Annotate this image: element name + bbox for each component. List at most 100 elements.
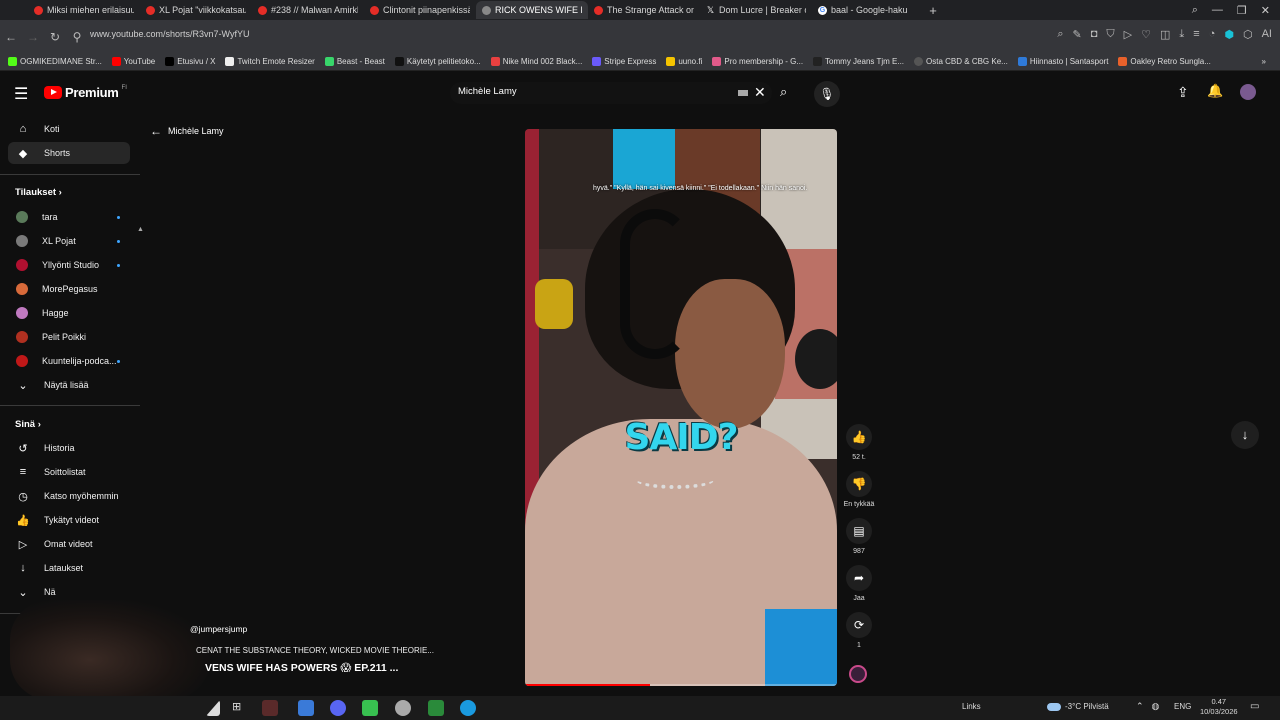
youtube-premium-logo[interactable]: Premium FI bbox=[44, 85, 127, 100]
avatar[interactable] bbox=[1240, 84, 1256, 100]
browser-tab[interactable]: Clintonit piinapenkissä | H bbox=[364, 1, 476, 19]
share-icon[interactable]: ➦ bbox=[846, 565, 872, 591]
notification-icon[interactable]: ▭ bbox=[1250, 701, 1259, 712]
menu-lines-icon[interactable]: ≡ bbox=[1193, 28, 1199, 41]
bookmarks-overflow-icon[interactable]: » bbox=[1262, 57, 1280, 66]
you-heading[interactable]: Sinä › bbox=[15, 419, 41, 430]
clock[interactable]: 0.47 10/03/2026 bbox=[1200, 697, 1238, 717]
sound-avatar-icon[interactable] bbox=[849, 665, 867, 683]
mic-icon[interactable]: 🎙 bbox=[814, 81, 840, 107]
sidebar-item-playlists[interactable]: ≡ Soittolistat bbox=[8, 461, 130, 483]
taskbar-links[interactable]: Links bbox=[962, 702, 981, 711]
puzzle-icon[interactable]: ⬡ bbox=[1243, 28, 1253, 41]
sidebar-item-watch-later[interactable]: ◷ Katso myöhemmin bbox=[8, 485, 130, 507]
search-input[interactable] bbox=[458, 86, 718, 97]
bookmark[interactable]: Twitch Emote Resizer bbox=[225, 57, 315, 66]
browser-tab[interactable]: The Strange Attack on Flig bbox=[588, 1, 700, 19]
network-icon[interactable]: ◍ bbox=[1152, 701, 1160, 712]
tab-search-icon[interactable]: ⌕ bbox=[1192, 4, 1198, 17]
bookmark[interactable]: Nike Mind 002 Black... bbox=[490, 57, 582, 66]
new-tab-button[interactable]: + bbox=[924, 3, 942, 18]
upload-icon[interactable]: ⇪ bbox=[1177, 84, 1189, 101]
bookmark[interactable]: OGMIKEDIMANE Str... bbox=[8, 57, 102, 66]
search-icon[interactable]: ⌕ bbox=[780, 84, 787, 100]
close-window-icon[interactable]: ✕ bbox=[1261, 4, 1270, 17]
vpn-icon[interactable] bbox=[395, 700, 411, 716]
clear-search-icon[interactable]: ✕ bbox=[754, 84, 766, 101]
sidebar-show-more[interactable]: ⌄ Näytä lisää bbox=[8, 374, 130, 396]
bookmark[interactable]: Beast - Beast bbox=[324, 57, 385, 66]
bookmark[interactable]: YouTube bbox=[111, 57, 155, 66]
chevron-up-icon[interactable]: ⌃ bbox=[1136, 701, 1144, 712]
app-icon[interactable] bbox=[298, 700, 314, 716]
remix-icon[interactable]: ⟳ bbox=[846, 612, 872, 638]
thumbs-up-icon[interactable]: 👍 bbox=[846, 424, 872, 450]
sidebar-item-home[interactable]: ⌂ Koti bbox=[8, 118, 130, 140]
bookmark[interactable]: Osta CBD & CBG Ke... bbox=[914, 57, 1008, 66]
discord-icon[interactable] bbox=[330, 700, 346, 716]
browser-tab[interactable]: Miksi miehen erilaisuus ko bbox=[28, 1, 140, 19]
profile-icon[interactable]: ◔ bbox=[1209, 28, 1216, 41]
maximize-icon[interactable]: ❐ bbox=[1237, 4, 1247, 17]
weather-widget[interactable]: -3°C Pilvistä bbox=[1047, 702, 1109, 711]
subscriptions-heading[interactable]: Tilaukset › bbox=[15, 187, 62, 198]
browser-tab-active[interactable]: RICK OWENS WIFE HA bbox=[476, 1, 588, 19]
sidebar-item-subscription[interactable]: Yllyönti Studio bbox=[8, 254, 130, 276]
site-info-icon[interactable]: ⚲ bbox=[66, 30, 88, 44]
shield-icon[interactable]: ⛉ bbox=[1106, 28, 1114, 41]
forward-icon[interactable]: → bbox=[22, 30, 44, 44]
minimize-icon[interactable]: — bbox=[1212, 4, 1223, 16]
thumbs-down-icon[interactable]: 👎 bbox=[846, 471, 872, 497]
ai-icon[interactable]: AI bbox=[1262, 28, 1272, 41]
extension-icon[interactable]: ⬢ bbox=[1224, 28, 1234, 41]
download-icon[interactable]: ⤓ bbox=[1179, 28, 1184, 41]
browser-tab[interactable]: Gbaal - Google-haku bbox=[812, 1, 924, 19]
sidebar-item-subscription[interactable]: tara bbox=[8, 206, 130, 228]
keyboard-icon[interactable] bbox=[738, 90, 748, 96]
task-view-icon[interactable]: ⊞ bbox=[232, 700, 248, 716]
back-icon[interactable]: ← bbox=[0, 30, 22, 44]
bookmark[interactable]: Stripe Express bbox=[592, 57, 656, 66]
bookmark[interactable]: uuno.fi bbox=[666, 57, 702, 66]
shorts-video-player[interactable]: hyvä." "Kyllä, hän sai kivensä kiinni." … bbox=[525, 129, 837, 686]
heart-icon[interactable]: ♡ bbox=[1141, 28, 1151, 41]
browser-tab[interactable]: 𝕏Dom Lucre | Breaker of Ne bbox=[700, 1, 812, 19]
next-short-button[interactable]: ↓ bbox=[1231, 421, 1259, 449]
reload-icon[interactable]: ↻ bbox=[44, 30, 66, 44]
browser-tab[interactable]: XL Pojat "viikkokatsaus" E bbox=[140, 1, 252, 19]
bookmark[interactable]: Tommy Jeans Tjm E... bbox=[813, 57, 904, 66]
sidebar-item-liked-videos[interactable]: 👍 Tykätyt videot bbox=[8, 509, 130, 531]
play-icon[interactable]: ▷ bbox=[1124, 28, 1132, 41]
bookmark[interactable]: Etusivu / X bbox=[165, 57, 215, 66]
bookmark[interactable]: Pro membership - G... bbox=[712, 57, 803, 66]
hamburger-menu-icon[interactable]: ☰ bbox=[14, 84, 28, 104]
sidebar-item-subscription[interactable]: MorePegasus bbox=[8, 278, 130, 300]
url-field[interactable]: www.youtube.com/shorts/R3vn7-WyfYU bbox=[90, 29, 249, 39]
bookmark[interactable]: Käytetyt pelitietoko... bbox=[394, 57, 481, 66]
video-progress-bar[interactable] bbox=[525, 684, 837, 686]
edge-icon[interactable] bbox=[460, 700, 476, 716]
app-icon[interactable] bbox=[428, 700, 444, 716]
opera-icon[interactable] bbox=[262, 700, 278, 716]
bell-icon[interactable]: 🔔 bbox=[1207, 83, 1223, 99]
sidebar-item-shorts[interactable]: ◆ Shorts bbox=[8, 142, 130, 164]
comment-icon[interactable]: ▤ bbox=[846, 518, 872, 544]
language-indicator[interactable]: ENG bbox=[1174, 702, 1191, 711]
app-icon[interactable] bbox=[362, 700, 378, 716]
edit-icon[interactable]: ✎ bbox=[1073, 28, 1082, 41]
bookmark[interactable]: Hiinnasto | Santasport bbox=[1017, 57, 1108, 66]
back-to-search-link[interactable]: ← Michèle Lamy bbox=[150, 124, 224, 138]
browser-tab[interactable]: #238 // Malwan Amirkha bbox=[252, 1, 364, 19]
camera-icon[interactable]: ◘ bbox=[1091, 28, 1098, 41]
sidebar-item-history[interactable]: ↺ Historia bbox=[8, 437, 130, 459]
sidebar-item-your-videos[interactable]: ▷ Omat videot bbox=[8, 533, 130, 555]
sidebar-item-subscription[interactable]: Kuuntelija-podca... bbox=[8, 350, 130, 372]
bookmark[interactable]: Oakley Retro Sungla... bbox=[1118, 57, 1211, 66]
sidebar-item-downloads[interactable]: ↓ Lataukset bbox=[8, 557, 130, 579]
sidebar-item-subscription[interactable]: Hagge bbox=[8, 302, 130, 324]
sidebar-item-subscription[interactable]: XL Pojat bbox=[8, 230, 130, 252]
cube-icon[interactable]: ◫ bbox=[1160, 28, 1170, 41]
zoom-icon[interactable]: ⌕ bbox=[1057, 28, 1063, 41]
sidebar-item-subscription[interactable]: Pelit Poikki bbox=[8, 326, 130, 348]
scroll-up-icon[interactable]: ▲ bbox=[137, 226, 144, 233]
